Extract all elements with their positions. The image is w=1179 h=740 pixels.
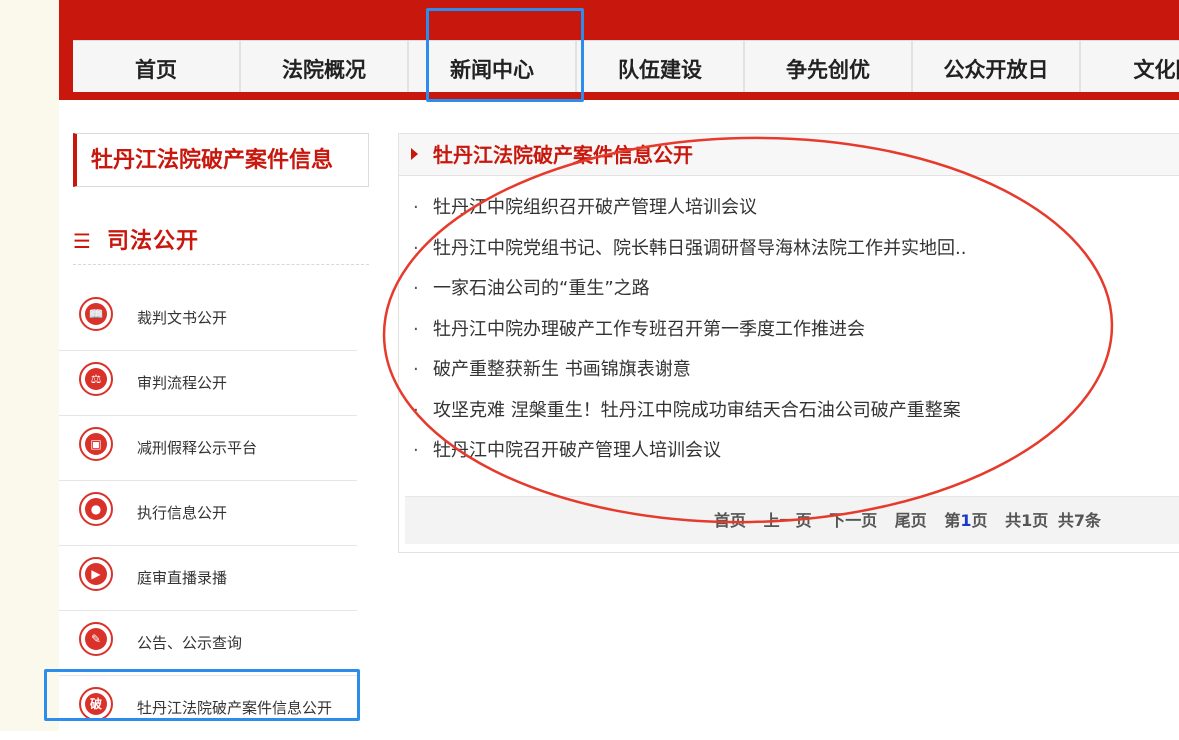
- bullet: ·: [413, 440, 419, 461]
- pagination: 首页 上一页 下一页 尾页 第1页 共1页 共7条: [405, 496, 1179, 544]
- gavel-icon: ⚖: [79, 362, 113, 396]
- news-list: · 牡丹江中院组织召开破产管理人培训会议 · 牡丹江中院党组书记、院长韩日强调研督导…: [413, 188, 1173, 472]
- news-item[interactable]: · 牡丹江中院召开破产管理人培训会议: [413, 431, 1173, 472]
- briefcase-icon: ▣: [79, 427, 113, 461]
- news-item[interactable]: · 牡丹江中院组织召开破产管理人培训会议: [413, 188, 1173, 229]
- current-page-number: 1: [960, 511, 972, 530]
- main-nav: 首页 法院概况 新闻中心 队伍建设 争先创优 公众开放日 文化园: [59, 38, 1179, 100]
- news-item[interactable]: · 攻坚克难 涅槃重生！牡丹江中院成功审结天合石油公司破产重整案: [413, 391, 1173, 432]
- news-title[interactable]: 一家石油公司的“重生”之路: [433, 278, 650, 299]
- pager-total-items: 共7条: [1057, 511, 1101, 530]
- category-label: 司法公开: [107, 229, 200, 254]
- person-icon: ●: [79, 492, 113, 526]
- sidebar-item-announcements[interactable]: ✎ 公告、公示查询: [59, 611, 357, 676]
- sidebar-item-label: 裁判文书公开: [137, 309, 228, 327]
- highlight-sidebar-bankruptcy: [44, 669, 360, 721]
- sidebar-item-enforcement-info[interactable]: ● 执行信息公开: [59, 481, 357, 546]
- pager-total-pages: 共1页: [1005, 511, 1049, 530]
- news-item[interactable]: · 牡丹江中院办理破产工作专班召开第一季度工作推进会: [413, 310, 1173, 351]
- news-title[interactable]: 牡丹江中院办理破产工作专班召开第一季度工作推进会: [433, 319, 865, 340]
- pager-current-page: 第1页: [944, 511, 988, 530]
- pager-next-link[interactable]: 下一页: [829, 511, 877, 530]
- nav-item-court-overview[interactable]: 法院概况: [241, 41, 409, 93]
- news-title[interactable]: 牡丹江中院组织召开破产管理人培训会议: [433, 197, 757, 218]
- bullet: ·: [413, 278, 419, 299]
- sidebar-item-label: 公告、公示查询: [137, 634, 243, 652]
- sidebar-title: 牡丹江法院破产案件信息: [73, 133, 369, 187]
- nav-item-open-day[interactable]: 公众开放日: [913, 41, 1081, 93]
- news-panel: 牡丹江法院破产案件信息公开 · 牡丹江中院组织召开破产管理人培训会议 · 牡丹江中院…: [398, 133, 1179, 553]
- news-item[interactable]: · 一家石油公司的“重生”之路: [413, 269, 1173, 310]
- notice-icon: ✎: [79, 622, 113, 656]
- panel-title: 牡丹江法院破产案件信息公开: [433, 143, 693, 167]
- pager-prev-link[interactable]: 上一页: [764, 511, 812, 530]
- sidebar-item-label: 执行信息公开: [137, 504, 228, 522]
- news-title[interactable]: 牡丹江中院党组书记、院长韩日强调研督导海林法院工作并实地回..: [433, 238, 966, 259]
- bullet: ·: [413, 197, 419, 218]
- news-item[interactable]: · 破产重整获新生 书画锦旗表谢意: [413, 350, 1173, 391]
- sidebar-item-label: 庭审直播录播: [137, 569, 228, 587]
- nav-item-culture[interactable]: 文化园: [1081, 41, 1179, 93]
- panel-header: 牡丹江法院破产案件信息公开: [399, 134, 1179, 176]
- sidebar-item-label: 减刑假释公示平台: [137, 439, 258, 457]
- camera-icon: ▶: [79, 557, 113, 591]
- nav-item-home[interactable]: 首页: [73, 41, 241, 93]
- bullet: ·: [413, 359, 419, 380]
- page-left-margin: [0, 0, 59, 731]
- sidebar-item-parole-platform[interactable]: ▣ 减刑假释公示平台: [59, 416, 357, 481]
- list-icon: ☰: [73, 229, 91, 253]
- news-title[interactable]: 攻坚克难 涅槃重生！牡丹江中院成功审结天合石油公司破产重整案: [433, 400, 961, 421]
- highlight-nav-news-center: [426, 8, 584, 102]
- nav-bottom-border: [73, 92, 1179, 100]
- sidebar-item-label: 审判流程公开: [137, 374, 228, 392]
- arrow-right-icon: [411, 148, 418, 160]
- news-item[interactable]: · 牡丹江中院党组书记、院长韩日强调研督导海林法院工作并实地回..: [413, 229, 1173, 270]
- news-title[interactable]: 破产重整获新生 书画锦旗表谢意: [433, 359, 691, 380]
- sidebar-item-trial-process[interactable]: ⚖ 审判流程公开: [59, 351, 357, 416]
- nav-item-excellence[interactable]: 争先创优: [745, 41, 913, 93]
- bullet: ·: [413, 399, 419, 421]
- category-header: ☰ 司法公开: [73, 224, 369, 265]
- bullet: ·: [413, 237, 419, 259]
- nav-bar: 首页 法院概况 新闻中心 队伍建设 争先创优 公众开放日 文化园: [73, 40, 1179, 93]
- pager-last-link[interactable]: 尾页: [895, 511, 927, 530]
- news-title[interactable]: 牡丹江中院召开破产管理人培训会议: [433, 440, 721, 461]
- sidebar-item-live-trials[interactable]: ▶ 庭审直播录播: [59, 546, 357, 611]
- sidebar-item-judgment-documents[interactable]: 📖 裁判文书公开: [59, 286, 357, 351]
- nav-item-team-building[interactable]: 队伍建设: [577, 41, 745, 93]
- pager-first-link[interactable]: 首页: [714, 511, 746, 530]
- book-icon: 📖: [79, 297, 113, 331]
- header-banner: [59, 0, 1179, 38]
- bullet: ·: [413, 318, 419, 340]
